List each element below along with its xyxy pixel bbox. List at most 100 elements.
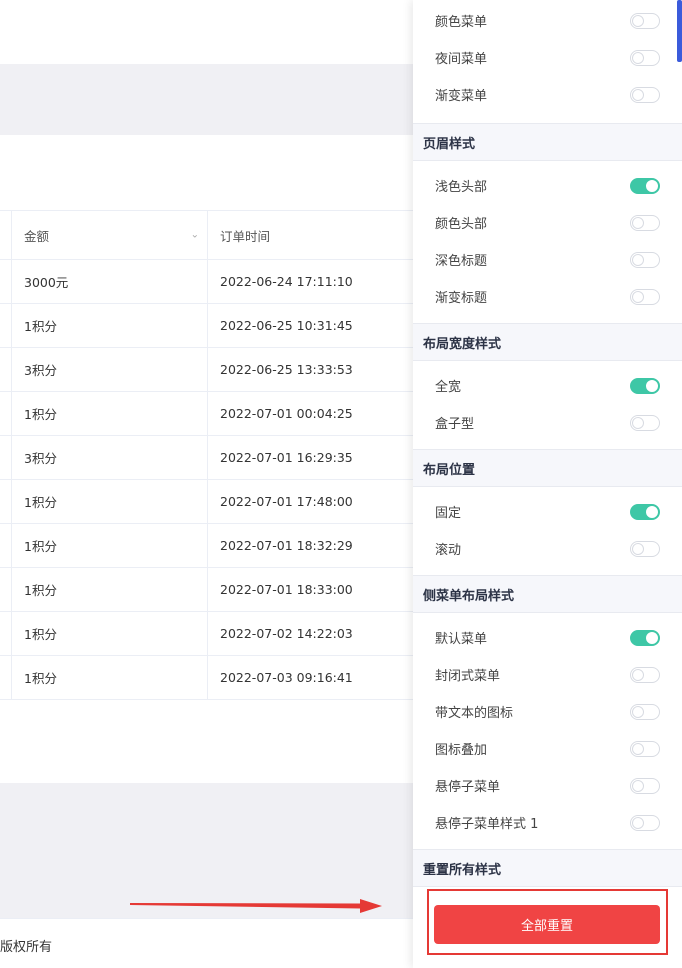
annotation-arrow: [130, 899, 382, 913]
amount-value: 3积分: [24, 451, 57, 466]
option-label: 颜色头部: [435, 217, 488, 232]
order-time-value: 2022-07-03 09:16:41: [220, 670, 353, 685]
toggle-switch[interactable]: [630, 629, 660, 646]
settings-option: 悬停子菜单: [413, 767, 682, 804]
order-time-cell: 2022-06-25 13:33:53: [208, 348, 414, 391]
amount-cell: 1积分: [12, 392, 208, 435]
amount-cell: 1积分: [12, 568, 208, 611]
amount-value: 1积分: [24, 671, 57, 686]
order-time-cell: 2022-07-01 18:33:00: [208, 568, 414, 611]
order-time-value: 2022-07-01 18:32:29: [220, 538, 353, 553]
section-title: 页眉样式: [413, 123, 682, 161]
option-label: 图标叠加: [435, 743, 488, 758]
option-label: 渐变菜单: [435, 89, 488, 104]
order-time-value: 2022-07-01 16:29:35: [220, 450, 353, 465]
toggle-switch[interactable]: [630, 288, 660, 305]
order-time-cell: 2022-07-01 16:29:35: [208, 436, 414, 479]
table-row[interactable]: 1积分 2022-07-01 17:48:00: [0, 480, 414, 524]
toggle-switch[interactable]: [630, 814, 660, 831]
table-row[interactable]: 1积分 2022-07-01 00:04:25: [0, 392, 414, 436]
option-label: 默认菜单: [435, 632, 488, 647]
option-label: 浅色头部: [435, 180, 488, 195]
order-time-value: 2022-07-02 14:22:03: [220, 626, 353, 641]
amount-value: 1积分: [24, 495, 57, 510]
amount-value: 1积分: [24, 583, 57, 598]
option-label: 滚动: [435, 543, 462, 558]
theme-settings-panel: 颜色菜单 夜间菜单 渐变菜单 页眉样式 浅色头部 颜色头部 深色标题 渐变标题 布局宽度样式 全宽…: [413, 0, 682, 968]
row-cell-partial: [0, 436, 12, 479]
toggle-switch[interactable]: [630, 740, 660, 757]
toggle-switch[interactable]: [630, 503, 660, 520]
order-time-column-header[interactable]: 订单时间: [208, 211, 414, 259]
amount-cell: 1积分: [12, 524, 208, 567]
amount-cell: 1积分: [12, 304, 208, 347]
table-row[interactable]: 1积分 2022-07-03 09:16:41: [0, 656, 414, 700]
table-row[interactable]: 3000元 2022-06-24 17:11:10: [0, 260, 414, 304]
settings-option: 渐变标题: [413, 278, 682, 315]
settings-option: 默认菜单: [413, 619, 682, 656]
amount-value: 3000元: [24, 275, 69, 290]
order-time-header-label: 订单时间: [220, 228, 271, 244]
reset-all-button[interactable]: 全部重置: [434, 905, 660, 944]
toggle-switch[interactable]: [630, 377, 660, 394]
settings-option: 颜色头部: [413, 204, 682, 241]
toggle-switch[interactable]: [630, 540, 660, 557]
order-time-value: 2022-07-01 18:33:00: [220, 582, 353, 597]
amount-value: 1积分: [24, 319, 57, 334]
order-time-value: 2022-06-25 13:33:53: [220, 362, 353, 377]
option-label: 悬停子菜单样式 1: [435, 817, 539, 832]
option-label: 封闭式菜单: [435, 669, 501, 684]
order-time-cell: 2022-07-02 14:22:03: [208, 612, 414, 655]
amount-cell: 3积分: [12, 436, 208, 479]
table-row[interactable]: 1积分 2022-06-25 10:31:45: [0, 304, 414, 348]
table-header: 金额 ⌄ 订单时间: [0, 210, 414, 260]
table-row[interactable]: 1积分 2022-07-02 14:22:03: [0, 612, 414, 656]
order-time-cell: 2022-07-03 09:16:41: [208, 656, 414, 699]
row-cell-partial: [0, 348, 12, 391]
table-row[interactable]: 1积分 2022-07-01 18:33:00: [0, 568, 414, 612]
table-row[interactable]: 3积分 2022-07-01 16:29:35: [0, 436, 414, 480]
settings-option: 浅色头部: [413, 167, 682, 204]
amount-cell: 3积分: [12, 348, 208, 391]
toggle-switch[interactable]: [630, 49, 660, 66]
row-cell-partial: [0, 612, 12, 655]
settings-option: 夜间菜单: [413, 39, 682, 76]
option-label: 夜间菜单: [435, 52, 488, 67]
toggle-switch[interactable]: [630, 177, 660, 194]
table-header-cell-partial: [0, 211, 12, 259]
row-cell-partial: [0, 656, 12, 699]
amount-cell: 1积分: [12, 480, 208, 523]
section-title: 侧菜单布局样式: [413, 575, 682, 613]
settings-option: 带文本的图标: [413, 693, 682, 730]
amount-value: 3积分: [24, 363, 57, 378]
amount-column-header[interactable]: 金额 ⌄: [12, 211, 208, 259]
toggle-switch[interactable]: [630, 251, 660, 268]
order-time-cell: 2022-07-01 17:48:00: [208, 480, 414, 523]
row-cell-partial: [0, 568, 12, 611]
amount-header-label: 金额: [24, 228, 50, 244]
toggle-switch[interactable]: [630, 666, 660, 683]
option-label: 悬停子菜单: [435, 780, 501, 795]
option-label: 颜色菜单: [435, 15, 488, 30]
table-row[interactable]: 3积分 2022-06-25 13:33:53: [0, 348, 414, 392]
order-time-cell: 2022-06-25 10:31:45: [208, 304, 414, 347]
toggle-switch[interactable]: [630, 86, 660, 103]
order-time-cell: 2022-07-01 00:04:25: [208, 392, 414, 435]
orders-table: 金额 ⌄ 订单时间 3000元 2022-06-24 17:11:10 1积分 202…: [0, 210, 414, 700]
settings-option: 渐变菜单: [413, 76, 682, 113]
amount-value: 1积分: [24, 407, 57, 422]
amount-cell: 1积分: [12, 612, 208, 655]
amount-cell: 1积分: [12, 656, 208, 699]
chevron-down-icon[interactable]: ⌄: [191, 230, 199, 241]
toggle-switch[interactable]: [630, 777, 660, 794]
toggle-switch[interactable]: [630, 214, 660, 231]
toggle-switch[interactable]: [630, 414, 660, 431]
table-row[interactable]: 1积分 2022-07-01 18:32:29: [0, 524, 414, 568]
toggle-switch[interactable]: [630, 12, 660, 29]
option-label: 固定: [435, 506, 462, 521]
amount-value: 1积分: [24, 539, 57, 554]
settings-option: 全宽: [413, 367, 682, 404]
amount-cell: 3000元: [12, 260, 208, 303]
toggle-switch[interactable]: [630, 703, 660, 720]
section-title: 重置所有样式: [413, 849, 682, 887]
